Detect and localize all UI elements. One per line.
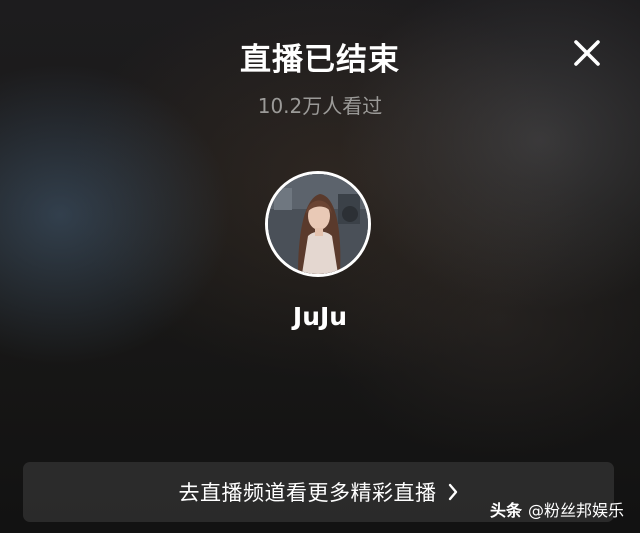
viewer-count: 10.2万人看过 (257, 94, 383, 118)
live-channel-button-label: 去直播频道看更多精彩直播 (178, 481, 437, 505)
page-title: 直播已结束 (240, 42, 400, 78)
avatar[interactable] (265, 171, 371, 277)
chevron-right-icon (448, 483, 457, 501)
live-ended-screen: 直播已结束 10.2万人看过 JuJu 去直播频道看更多精彩直播 头条 @粉丝邦娱 (0, 0, 640, 533)
close-icon (574, 40, 600, 66)
streamer-name[interactable]: JuJu (0, 302, 640, 331)
avatar-image (268, 174, 368, 274)
watermark-brand: 头条 (490, 501, 523, 520)
watermark-account: @粉丝邦娱乐 (528, 501, 625, 520)
close-button[interactable] (568, 36, 606, 70)
watermark: 头条 @粉丝邦娱乐 (490, 497, 624, 521)
